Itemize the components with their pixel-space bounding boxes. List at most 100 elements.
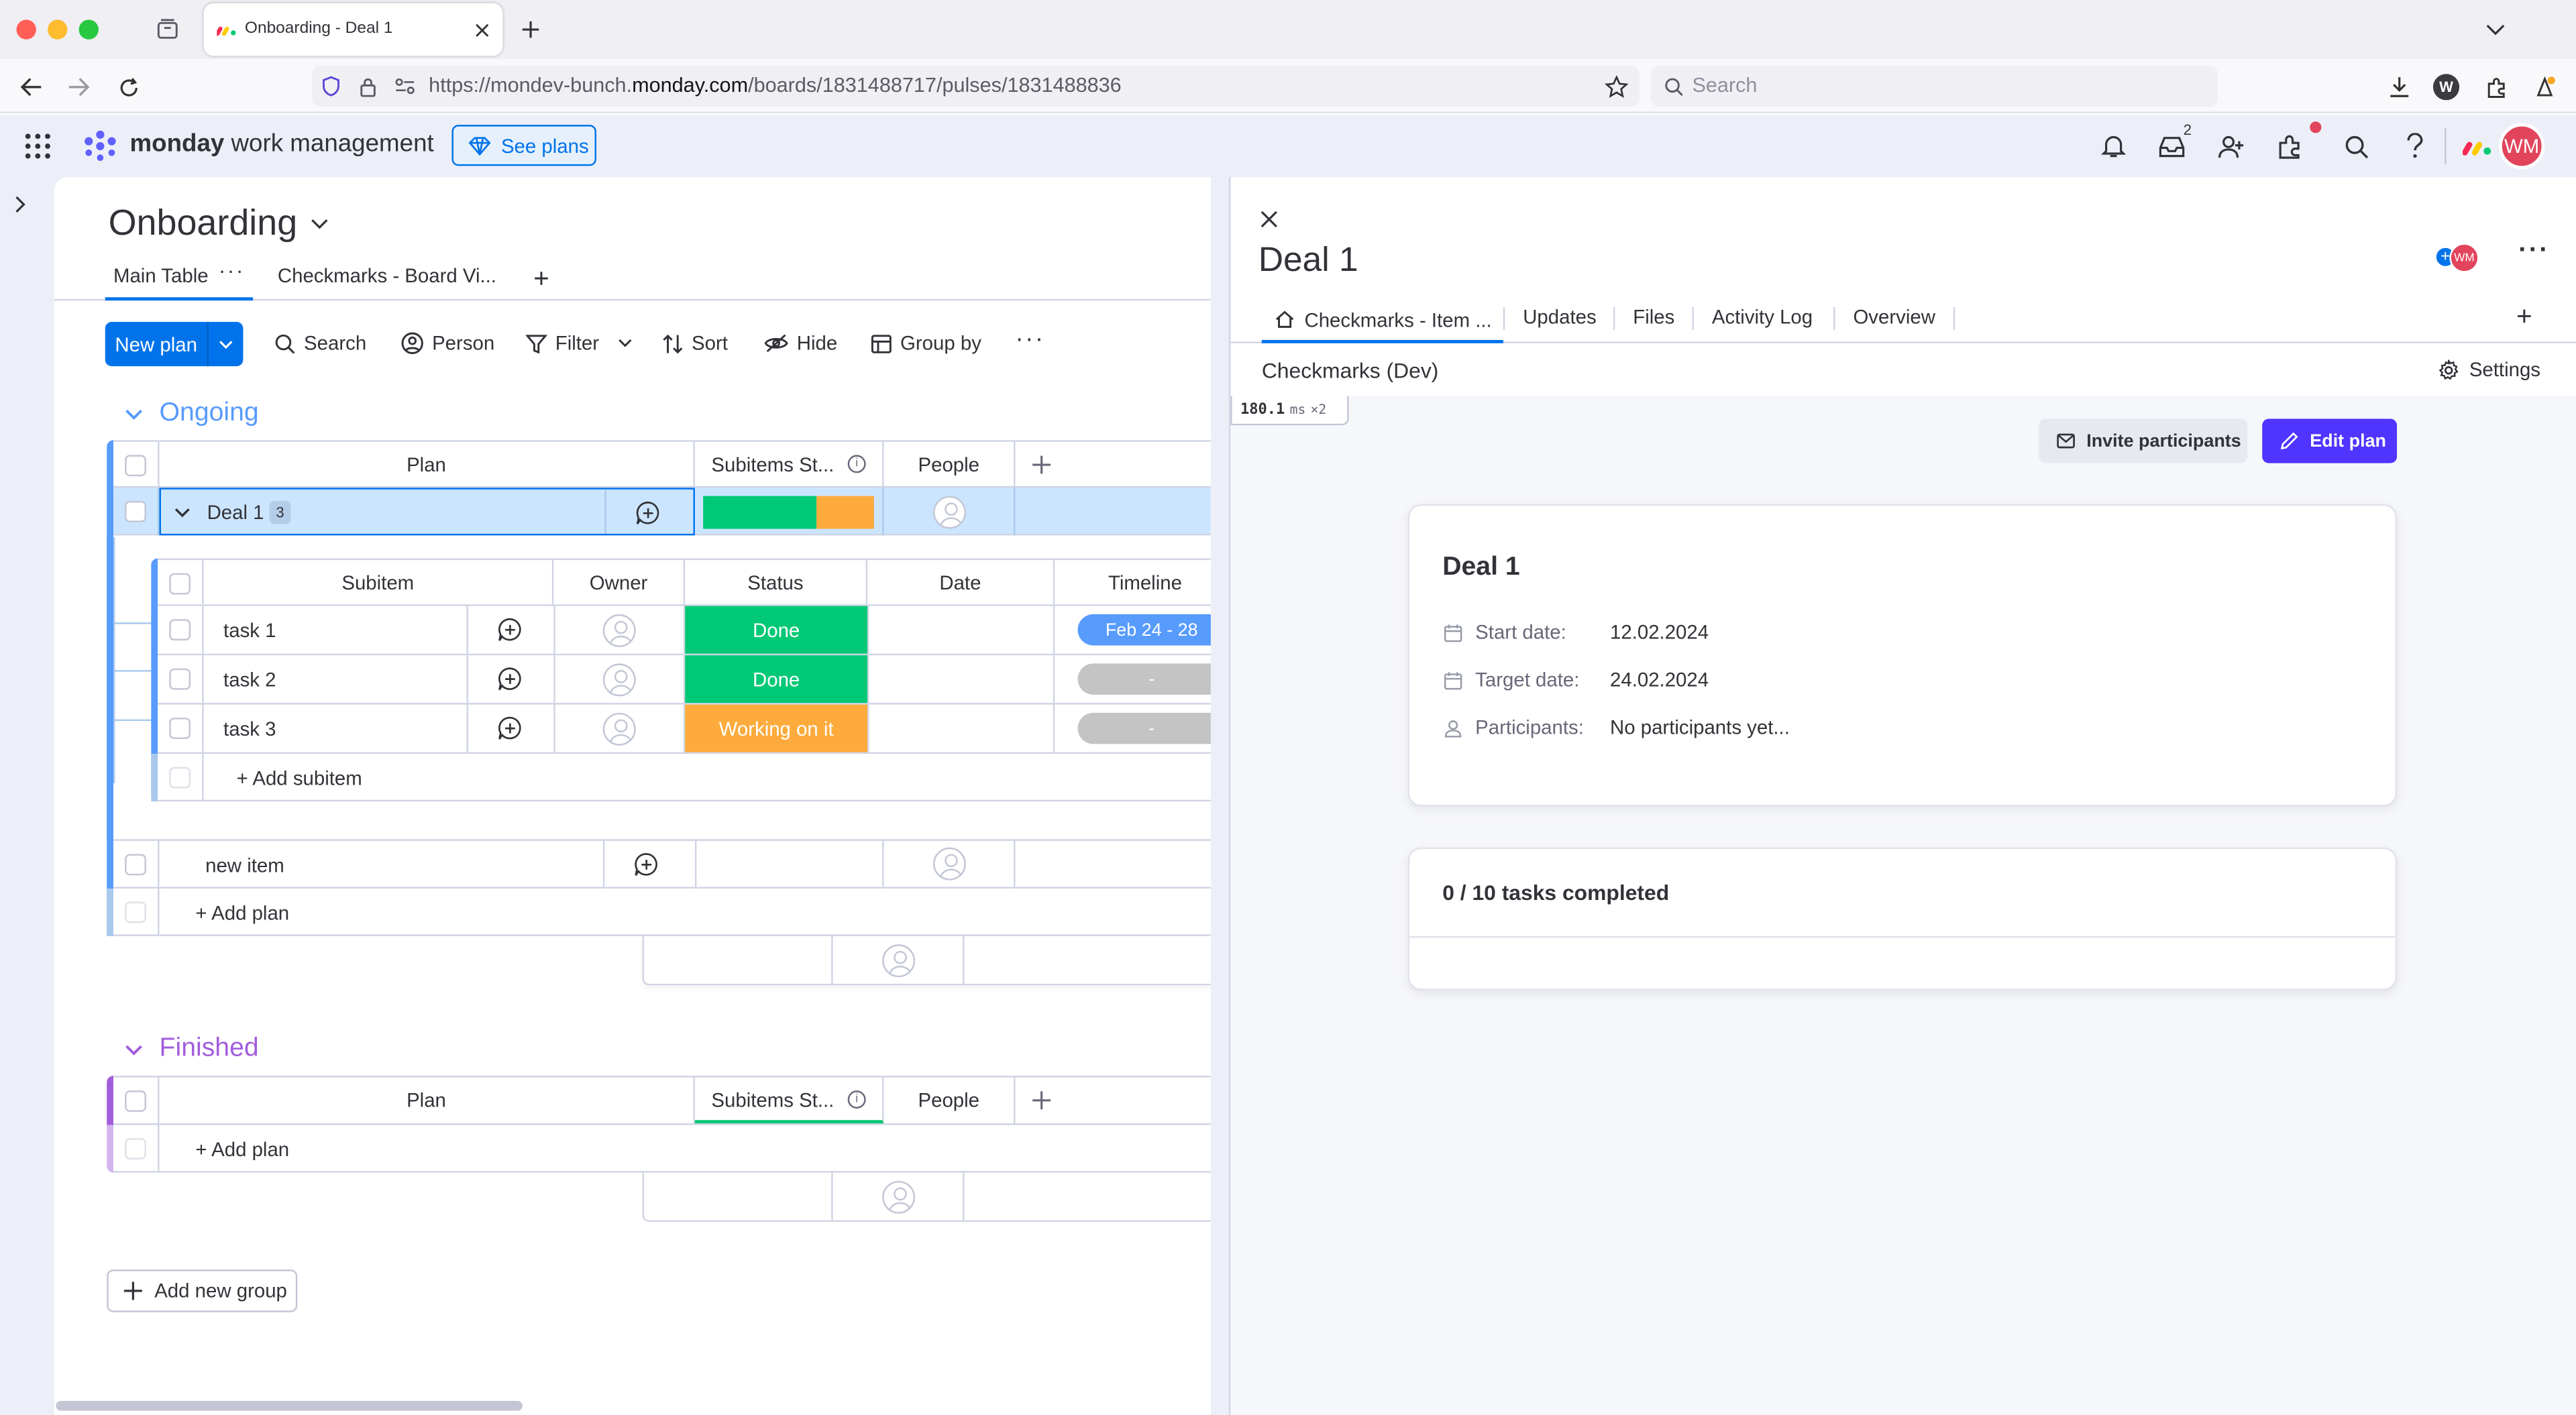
subitem-count-badge[interactable]: 3 (269, 500, 291, 524)
owner-cell[interactable] (553, 606, 686, 654)
more-options-icon[interactable]: ··· (1015, 325, 1044, 353)
info-icon[interactable]: i (847, 1090, 866, 1109)
invite-participants-button[interactable]: Invite participants (2039, 418, 2248, 463)
subitem-row[interactable]: task 2 Done - (158, 655, 1211, 705)
tab-overview-icon[interactable] (154, 16, 180, 42)
tab-files[interactable]: Files (1633, 306, 1674, 329)
subitem-row[interactable]: task 1 Done Feb 24 - 28 (158, 606, 1211, 656)
add-update-icon[interactable] (633, 851, 659, 877)
table-row-deal-1[interactable]: Deal 1 3 (113, 488, 1211, 536)
add-update-icon[interactable] (496, 665, 523, 691)
add-update-icon[interactable] (496, 714, 523, 740)
group-title[interactable]: Finished (160, 1035, 259, 1064)
apps-marketplace-icon[interactable] (2273, 129, 2306, 162)
sort-button[interactable]: Sort (662, 332, 728, 355)
horizontal-scrollbar[interactable] (56, 1400, 523, 1411)
date-cell[interactable] (867, 655, 1055, 703)
tab-overview[interactable]: Overview (1853, 306, 1935, 329)
people-cell[interactable] (884, 840, 1016, 887)
search-button[interactable]: Search (274, 332, 366, 355)
notifications-bell-icon[interactable] (2096, 129, 2129, 162)
tab-checkmarks-board-view[interactable]: Checkmarks - Board Vi... (270, 261, 500, 300)
invite-members-icon[interactable] (2214, 129, 2247, 162)
column-header-people[interactable]: People (884, 1077, 1016, 1124)
new-plan-chevron-icon[interactable] (209, 322, 243, 366)
extensions-icon[interactable] (2482, 72, 2512, 102)
board-title[interactable]: Onboarding (109, 202, 298, 245)
new-tab-icon[interactable] (517, 16, 543, 42)
status-cell[interactable]: Done (685, 606, 868, 654)
tab-checkmarks-item[interactable]: Checkmarks - Item ... (1261, 299, 1503, 343)
subitem-checkbox[interactable] (158, 704, 204, 752)
board-title-chevron-icon[interactable] (311, 217, 329, 229)
tab-updates[interactable]: Updates (1523, 306, 1596, 329)
subitem-column-header-owner[interactable]: Owner (553, 560, 686, 606)
add-plan-input[interactable]: + Add plan (195, 901, 289, 924)
edit-plan-button[interactable]: Edit plan (2262, 418, 2398, 463)
maximize-window-button[interactable] (78, 19, 99, 40)
expand-subitems-chevron-icon[interactable] (172, 502, 192, 522)
timeline-pill[interactable]: Feb 24 - 28 (1077, 614, 1211, 646)
minimize-window-button[interactable] (48, 19, 68, 40)
status-cell[interactable]: Working on it (685, 704, 868, 752)
subscriber-avatar[interactable]: WM (2449, 243, 2479, 273)
select-all-checkbox[interactable] (113, 441, 160, 488)
new-plan-button[interactable]: New plan (105, 322, 244, 367)
subitem-select-all-checkbox[interactable] (158, 560, 204, 606)
tab-activity-log[interactable]: Activity Log (1712, 306, 1813, 329)
subitems-status-cell[interactable] (694, 840, 884, 887)
group-header-ongoing[interactable]: Ongoing (125, 399, 259, 429)
bookmark-star-icon[interactable] (1603, 74, 1628, 99)
item-name[interactable]: Deal 1 (207, 501, 264, 524)
forward-icon[interactable] (64, 72, 94, 102)
add-column-icon[interactable] (1030, 453, 1053, 476)
select-all-checkbox[interactable] (113, 1077, 160, 1124)
view-options-icon[interactable]: ··· (219, 258, 245, 282)
person-filter-button[interactable]: Person (401, 332, 494, 355)
filter-chevron-icon[interactable] (617, 338, 632, 348)
status-cell[interactable]: Done (685, 655, 868, 703)
app-switcher-grid-icon[interactable] (19, 129, 56, 162)
help-icon[interactable] (2399, 129, 2432, 162)
app-settings-button[interactable]: Settings (2438, 358, 2540, 381)
owner-cell[interactable] (553, 704, 686, 752)
date-cell[interactable] (867, 704, 1055, 752)
row-checkbox[interactable] (113, 488, 160, 536)
search-everything-icon[interactable] (2339, 129, 2372, 162)
hide-button[interactable]: Hide (764, 332, 837, 355)
see-plans-button[interactable]: See plans (451, 125, 596, 166)
back-icon[interactable] (16, 72, 46, 102)
info-icon[interactable]: i (847, 455, 866, 473)
add-panel-tab-icon[interactable] (2514, 306, 2533, 325)
add-subitem-row[interactable]: + Add subitem (158, 754, 1211, 802)
date-cell[interactable] (867, 606, 1055, 654)
expand-sidebar-chevron-icon[interactable] (7, 190, 33, 217)
panel-subscribers[interactable]: + WM (2434, 243, 2481, 273)
add-subitem-input[interactable]: + Add subitem (237, 767, 362, 790)
close-panel-icon[interactable] (1256, 207, 1279, 230)
timeline-pill-empty[interactable]: - (1077, 712, 1211, 744)
subitem-checkbox[interactable] (158, 655, 204, 703)
owner-cell[interactable] (553, 655, 686, 703)
add-column-icon[interactable] (1030, 1089, 1053, 1112)
add-view-icon[interactable] (529, 266, 552, 289)
subitem-name[interactable]: task 2 (223, 669, 276, 691)
add-plan-input[interactable]: + Add plan (195, 1138, 289, 1161)
subitem-column-header-name[interactable]: Subitem (204, 560, 554, 606)
board-title-wrapper[interactable]: Onboarding (109, 202, 329, 245)
downloads-icon[interactable] (2383, 72, 2413, 102)
wordpress-extension-icon[interactable]: W (2432, 74, 2460, 101)
monday-logo-icon[interactable] (80, 128, 120, 164)
group-header-finished[interactable]: Finished (125, 1035, 259, 1064)
browser-tab-active[interactable]: Onboarding - Deal 1 (203, 3, 503, 56)
permissions-icon[interactable] (392, 76, 415, 97)
browser-search-field[interactable]: Search (1651, 65, 2218, 107)
item-title[interactable]: Deal 1 (1258, 241, 1358, 281)
group-title[interactable]: Ongoing (160, 399, 259, 429)
column-header-subitems-status[interactable]: Subitems St... i (695, 441, 884, 488)
subitem-column-header-timeline[interactable]: Timeline (1055, 560, 1211, 606)
table-row-new-item[interactable]: new item (113, 839, 1211, 889)
add-new-group-button[interactable]: Add new group (107, 1269, 298, 1312)
group-by-button[interactable]: Group by (871, 332, 981, 355)
panel-more-options-icon[interactable]: ··· (2518, 237, 2549, 266)
